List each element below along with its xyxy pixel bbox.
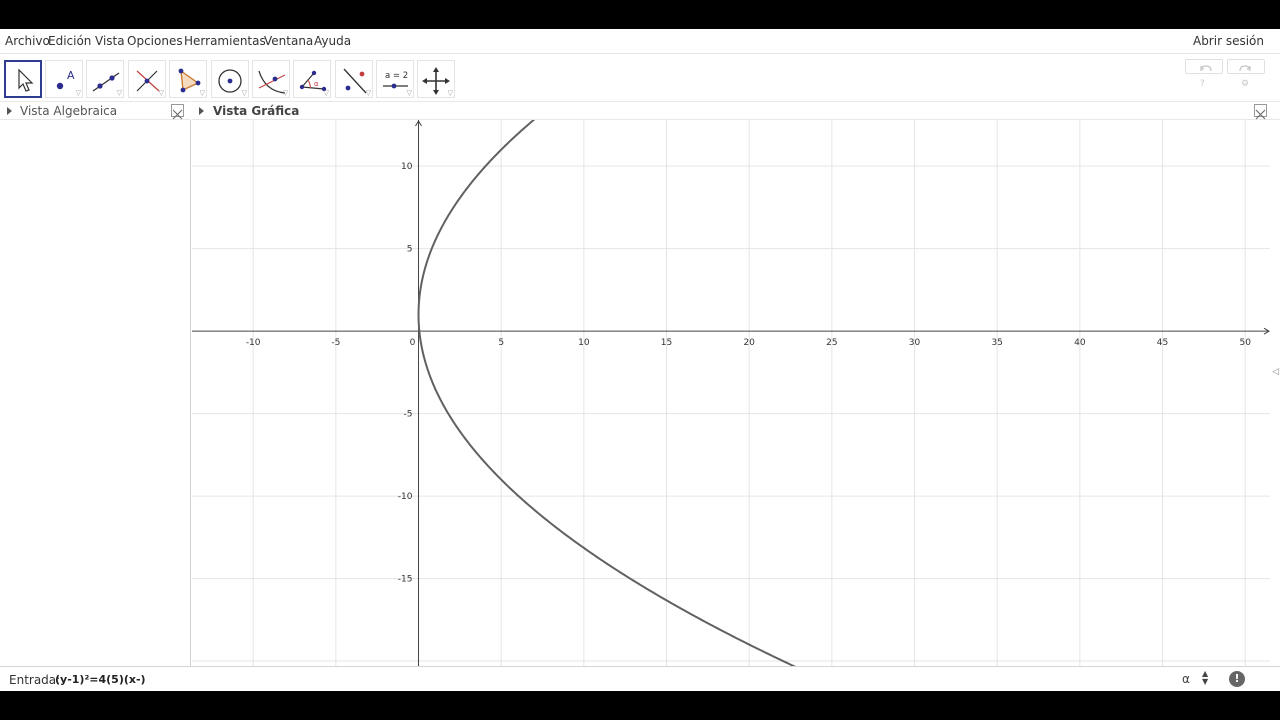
help-circle-icon[interactable]: ?: [1200, 79, 1205, 89]
x-tick-label: -5: [331, 338, 340, 348]
x-tick-label: 5: [498, 338, 504, 348]
expand-icon: ▽: [447, 89, 453, 97]
y-tick-label: -5: [404, 410, 413, 420]
expand-icon: ▽: [323, 89, 329, 97]
move-tool-button[interactable]: [4, 60, 42, 98]
move-view-tool-button[interactable]: ▽: [417, 60, 455, 98]
menu-ayuda[interactable]: Ayuda: [314, 34, 351, 48]
close-graphics-button[interactable]: [1254, 104, 1267, 120]
x-tick-label: 45: [1157, 338, 1168, 348]
expand-triangle-icon[interactable]: [7, 107, 12, 115]
redo-icon: [1239, 65, 1251, 72]
parabola-curve[interactable]: [417, 120, 830, 666]
input-bar: Entrada: α ▲▼ !: [0, 666, 1280, 691]
history-stepper-icon[interactable]: ▲ ▼: [1202, 670, 1208, 686]
algebra-panel-title: Vista Algebraica: [20, 104, 118, 118]
redo-button[interactable]: [1227, 59, 1265, 74]
login-link[interactable]: Abrir sesión: [1193, 34, 1264, 48]
expand-icon: ▽: [365, 89, 371, 97]
close-icon: [172, 109, 183, 120]
expand-icon: ▽: [406, 89, 412, 97]
undo-button[interactable]: [1185, 59, 1223, 74]
input-label: Entrada:: [9, 673, 61, 687]
input-help-button[interactable]: !: [1229, 671, 1245, 687]
reflect-tool-button[interactable]: ▽: [335, 60, 373, 98]
grid: [192, 120, 1270, 666]
graph-canvas[interactable]: -10 -5 0 5 10 15 20 25 30 35 40 45 50 10 5 -5 -10 -15: [192, 120, 1270, 666]
algebra-view[interactable]: [0, 120, 191, 666]
angle-tool-button[interactable]: α ▽: [293, 60, 331, 98]
gear-icon[interactable]: ⚙: [1241, 79, 1249, 89]
geogebra-window: Archivo Edición Vista Opciones Herramien…: [0, 29, 1280, 691]
expand-icon: ▽: [282, 89, 288, 97]
expand-triangle-icon[interactable]: [199, 107, 204, 115]
y-tick-label: 10: [401, 162, 413, 172]
arrow-cursor-icon: [18, 68, 34, 92]
x-tick-label: 25: [826, 338, 837, 348]
x-tick-label: 30: [909, 338, 921, 348]
menu-bar: Archivo Edición Vista Opciones Herramien…: [0, 29, 1280, 54]
x-tick-label: 35: [991, 338, 1002, 348]
algebra-panel-header: Vista Algebraica: [0, 101, 191, 120]
tick-labels: -10 -5 0 5 10 15 20 25 30 35 40 45 50 10 5 -5 -10 -15: [246, 162, 1251, 584]
y-tick-label: -15: [398, 575, 413, 585]
graphics-panel-header: Vista Gráfica: [192, 101, 1280, 120]
menu-edicion[interactable]: Edición: [48, 34, 91, 48]
polygon-tool-button[interactable]: ▽: [169, 60, 207, 98]
menu-opciones[interactable]: Opciones: [127, 34, 183, 48]
conic-tool-button[interactable]: ▽: [252, 60, 290, 98]
line-tool-button[interactable]: ▽: [86, 60, 124, 98]
toolbar: A ▽ ▽ ▽ ▽ ▽ ▽ α ▽ ▽ a = 2 ▽ ▽ ? ⚙: [0, 55, 1280, 101]
x-tick-label: 0: [410, 338, 416, 348]
close-algebra-button[interactable]: [171, 104, 184, 120]
expand-icon: ▽: [158, 89, 164, 97]
slider-tool-button[interactable]: a = 2 ▽: [376, 60, 414, 98]
svg-text:A: A: [67, 69, 75, 82]
x-tick-label: -10: [246, 338, 261, 348]
x-tick-label: 50: [1239, 338, 1251, 348]
y-tick-label: 5: [407, 245, 413, 255]
expand-icon: ▽: [75, 89, 81, 97]
x-tick-label: 20: [743, 338, 755, 348]
undo-icon: [1200, 65, 1212, 72]
axes: [192, 120, 1270, 666]
close-icon: [1255, 109, 1266, 120]
y-tick-label: -10: [398, 492, 413, 502]
circle-tool-button[interactable]: ▽: [211, 60, 249, 98]
expand-icon: ▽: [241, 89, 247, 97]
svg-text:α: α: [314, 80, 319, 88]
slider-icon-label: a = 2: [385, 71, 408, 81]
expand-icon: ▽: [199, 89, 205, 97]
side-panel-handle-icon[interactable]: ◁: [1272, 367, 1279, 377]
x-tick-label: 15: [661, 338, 672, 348]
perpendicular-tool-button[interactable]: ▽: [128, 60, 166, 98]
menu-archivo[interactable]: Archivo: [5, 34, 50, 48]
graphics-view[interactable]: -10 -5 0 5 10 15 20 25 30 35 40 45 50 10 5 -5 -10 -15: [192, 120, 1270, 666]
menu-herramientas[interactable]: Herramientas: [184, 34, 266, 48]
symbol-alpha-button[interactable]: α: [1182, 672, 1190, 686]
x-tick-label: 10: [578, 338, 590, 348]
expand-icon: ▽: [116, 89, 122, 97]
graphics-panel-title: Vista Gráfica: [213, 104, 300, 118]
point-tool-button[interactable]: A ▽: [45, 60, 83, 98]
input-field[interactable]: [55, 669, 1165, 689]
menu-ventana[interactable]: Ventana: [264, 34, 313, 48]
x-tick-label: 40: [1074, 338, 1086, 348]
menu-vista[interactable]: Vista: [95, 34, 125, 48]
